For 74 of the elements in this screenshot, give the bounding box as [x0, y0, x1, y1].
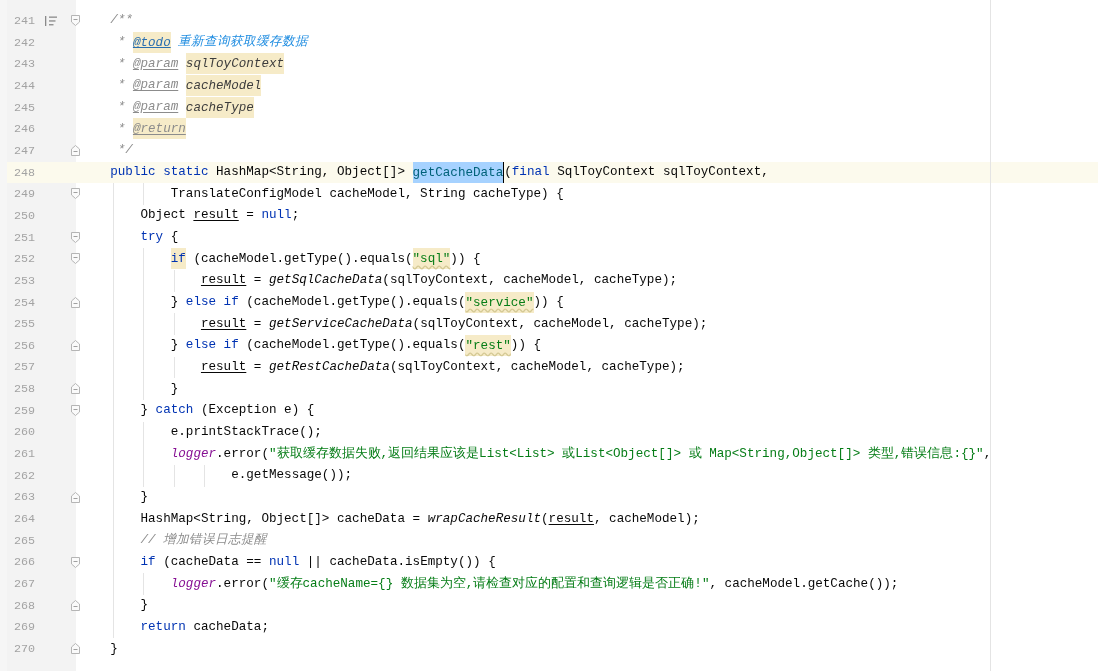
code-line: e.printStackTrace(); — [170, 424, 322, 440]
code-line: result = getSqlCacheData(sqlToyContext, cacheModel, cacheType); — [200, 273, 678, 289]
code-line: return cacheData; — [140, 619, 269, 635]
code-line: if (cacheModel.getType().equals("sql")) { — [170, 251, 481, 267]
line-number: 248 — [13, 165, 35, 180]
line-number: 260 — [13, 425, 35, 440]
line-number: 262 — [13, 468, 35, 483]
code-line: // 增加错误日志提醒 — [140, 533, 268, 549]
line-number: 257 — [13, 360, 35, 375]
line-number: 258 — [13, 382, 35, 397]
code-line: } else if (cacheModel.getType().equals("rest")) { — [170, 338, 542, 354]
fold-marker-icon[interactable] — [71, 599, 80, 611]
line-number: 254 — [13, 295, 35, 310]
line-number: 261 — [13, 447, 35, 462]
line-number: 241 — [13, 14, 35, 28]
code-line: result = getServiceCacheData(sqlToyContext, cacheModel, cacheType); — [200, 316, 708, 332]
fold-marker-icon[interactable] — [71, 383, 80, 395]
line-number: 256 — [13, 338, 35, 353]
line-number: 263 — [13, 490, 35, 505]
code-line: } catch (Exception e) { — [140, 403, 315, 419]
code-line: } — [140, 598, 149, 614]
fold-marker-icon[interactable] — [71, 404, 80, 416]
line-number: 247 — [13, 143, 35, 158]
code-line: } else if (cacheModel.getType().equals("service")) { — [170, 295, 564, 310]
line-number: 259 — [13, 403, 35, 418]
code-line: */ — [117, 143, 133, 159]
code-line: } — [110, 641, 118, 657]
code-line: try { — [140, 230, 179, 246]
fold-marker-icon[interactable] — [71, 340, 80, 351]
fold-marker-icon[interactable] — [71, 296, 80, 308]
code-line: * @param sqlToyContext — [117, 56, 285, 72]
line-number: 267 — [13, 577, 35, 592]
line-number: 243 — [13, 57, 35, 72]
code-line: if (cacheData == null || cacheData.isEmpty()) { — [140, 554, 496, 570]
code-line: /** — [110, 13, 133, 29]
line-number: 242 — [13, 35, 35, 50]
code-line: } — [170, 381, 179, 397]
fold-marker-icon[interactable] — [71, 556, 80, 568]
line-number: 266 — [13, 555, 35, 570]
code-line: TranslateConfigModel cacheModel, String cacheType) { — [170, 186, 564, 202]
code-line: * @param cacheModel — [117, 78, 262, 94]
code-line: } — [140, 489, 149, 505]
line-number: 250 — [13, 208, 35, 223]
code-line: HashMap<String, Object[]> cacheData = wrapCacheResult(result, cacheModel); — [140, 511, 700, 527]
fold-marker-icon[interactable] — [71, 643, 80, 655]
text-lines-icon[interactable] — [45, 16, 57, 26]
line-number: 268 — [13, 598, 35, 613]
line-number: 246 — [13, 122, 35, 137]
code-line: Object result = null; — [140, 208, 300, 224]
fold-marker-icon[interactable] — [71, 15, 80, 27]
code-line: result = getRestCacheData(sqlToyContext, cacheModel, cacheType); — [200, 360, 685, 375]
line-number: 244 — [13, 78, 35, 93]
line-number: 249 — [13, 187, 35, 202]
line-number: 253 — [13, 273, 35, 288]
line-number: 270 — [13, 642, 35, 656]
fold-marker-icon[interactable] — [71, 253, 80, 265]
code-line: * @todo 重新查询获取缓存数据 — [117, 35, 309, 51]
line-number: 245 — [13, 100, 35, 115]
fold-marker-icon[interactable] — [71, 145, 80, 157]
fold-marker-icon[interactable] — [71, 491, 80, 503]
code-line: e.getMessage()); — [231, 468, 353, 484]
line-number: 251 — [13, 230, 35, 245]
line-number: 265 — [13, 533, 35, 548]
code-line: * @param cacheType — [117, 100, 254, 116]
line-number: 252 — [13, 252, 35, 267]
fold-marker-icon[interactable] — [71, 188, 80, 200]
line-number: 264 — [13, 512, 35, 527]
code-line: logger.error("缓存cacheName={} 数据集为空,请检查对应的配置和查询逻辑是否正确!", cacheModel.getCache()); — [170, 576, 899, 592]
line-number: 269 — [13, 620, 35, 635]
code-line: * @return — [117, 121, 186, 137]
fold-marker-icon[interactable] — [71, 231, 80, 243]
line-number: 255 — [13, 317, 35, 332]
code-line: public static HashMap<String, Object[]> getCacheData(final SqlToyContext sqlToyContext, — [110, 165, 769, 181]
code-line: logger.error("获取缓存数据失败,返回结果应该是List<List> 或List<Object[]> 或 Map<String,Object[]> 类型,错误信息:{}", — [170, 446, 992, 462]
